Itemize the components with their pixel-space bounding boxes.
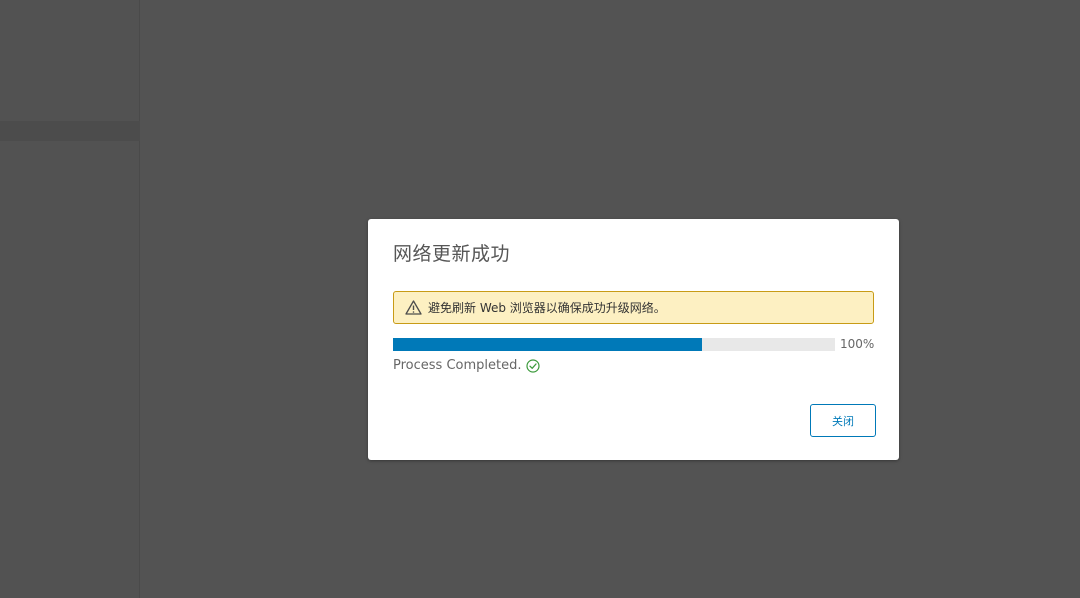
sidebar [0, 0, 140, 598]
warning-alert: 避免刷新 Web 浏览器以确保成功升级网络。 [393, 291, 874, 324]
sidebar-selected-item [0, 121, 140, 141]
close-button[interactable]: 关闭 [810, 404, 876, 437]
progress-bar-fill [393, 338, 703, 351]
progress-percent: 100% [840, 337, 875, 351]
alert-message: 避免刷新 Web 浏览器以确保成功升级网络。 [428, 301, 666, 315]
status-text: Process Completed. [393, 358, 522, 373]
warning-icon [404, 300, 422, 316]
check-circle-icon [526, 358, 541, 373]
status-row: Process Completed. [393, 358, 541, 373]
update-success-dialog: 网络更新成功 避免刷新 Web 浏览器以确保成功升级网络。 100% Proce… [368, 219, 899, 460]
progress-bar [393, 338, 835, 351]
dialog-title: 网络更新成功 [393, 243, 511, 265]
